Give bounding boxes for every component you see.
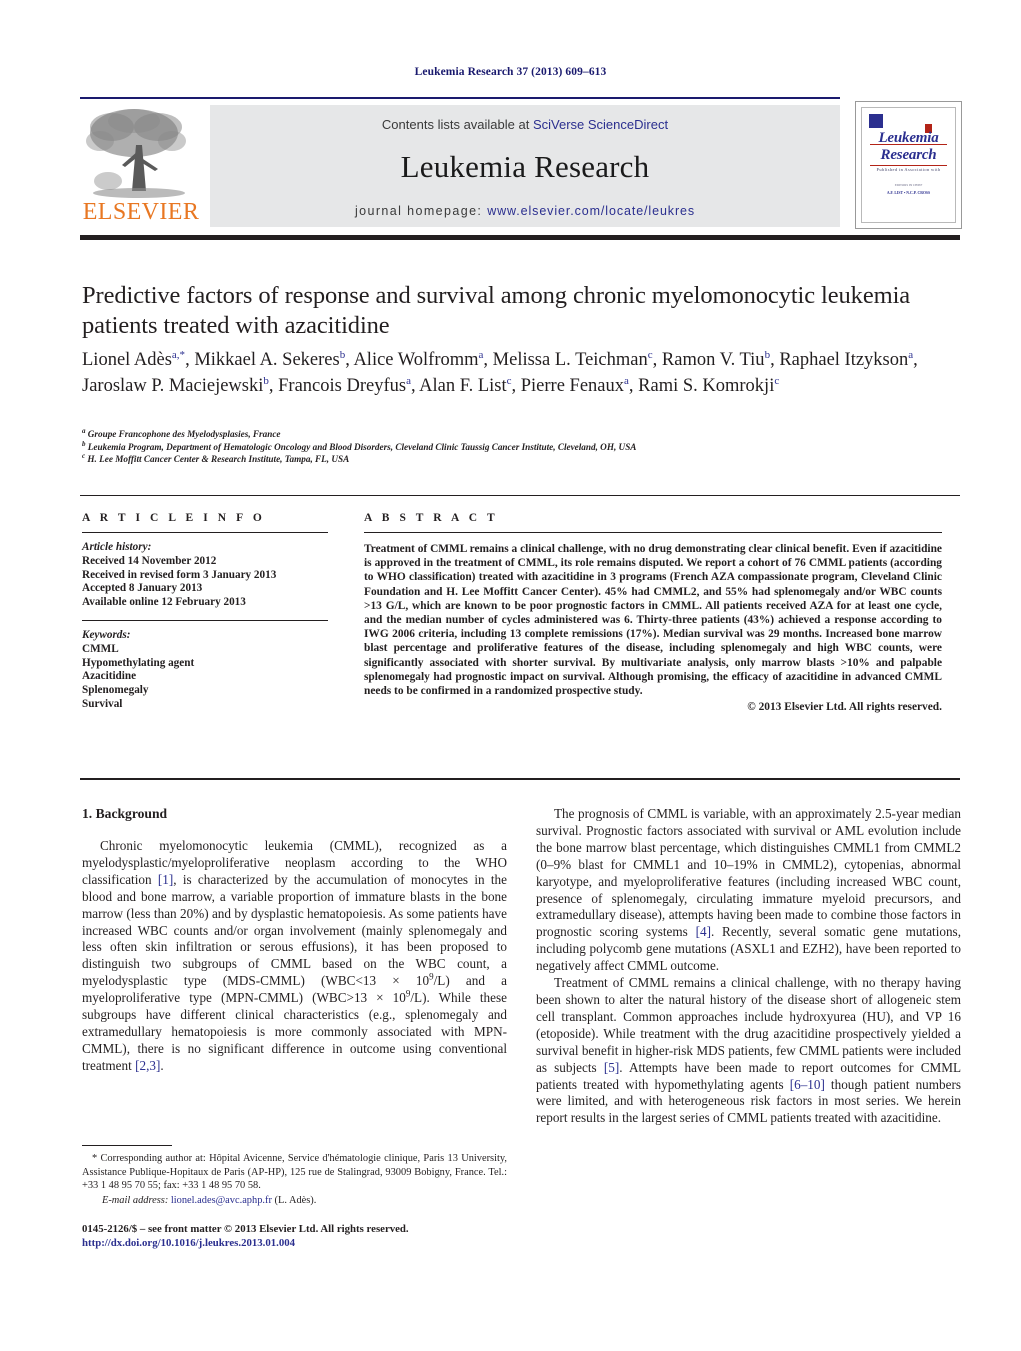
cover-editors-label: EDITORS IN CHIEF	[894, 183, 923, 187]
article-history-block: Article history: Received 14 November 201…	[82, 541, 277, 609]
contents-available-line: Contents lists available at SciVerse Sci…	[210, 117, 840, 132]
elsevier-tree-icon	[86, 109, 186, 198]
elsevier-logo: ELSEVIER	[80, 105, 202, 227]
abstract-band-top-rule	[80, 495, 960, 496]
page-title: Predictive factors of response and survi…	[82, 282, 911, 339]
homepage-prefix: journal homepage:	[354, 204, 488, 218]
cover-subtitle: Published in Association with	[876, 167, 941, 172]
homepage-url-link[interactable]: www.elsevier.com/locate/leukres	[487, 204, 695, 218]
cover-badge-icon	[869, 114, 883, 128]
sciencedirect-link[interactable]: SciVerse ScienceDirect	[533, 117, 668, 132]
masthead-top-rule	[80, 97, 840, 99]
journal-cover-thumbnail: Leukemia Research Published in Associati…	[855, 101, 962, 229]
body-column-right: The prognosis of CMML is variable, with …	[536, 806, 961, 1127]
cover-inner-frame: Leukemia Research Published in Associati…	[861, 107, 956, 223]
article-info-heading: A R T I C L E I N F O	[82, 512, 266, 524]
cover-rule-2	[870, 165, 947, 166]
section-heading-background: 1. Background	[82, 806, 168, 821]
article-info-separator	[82, 619, 328, 621]
journal-title: Leukemia Research	[400, 149, 650, 184]
article-info-rule	[82, 532, 328, 533]
keywords-block: Keywords: CMML Hypomethylating agent Azacit…	[82, 628, 195, 710]
corresponding-author-footnote: * Corresponding author at: Hôpital Avice…	[82, 1152, 507, 1207]
abstract-column: A B S T R A C T Treatment of CMML remain…	[364, 512, 942, 713]
masthead-grey-box: Contents lists available at SciVerse Sci…	[210, 105, 840, 227]
affiliation-list: a Groupe Francophone des Myelodysplasies…	[82, 426, 637, 465]
cover-title-line2: Research	[880, 147, 937, 163]
paragraph: Chronic myelomonocytic leukemia (CMML), …	[82, 838, 507, 1073]
corresponding-author-email[interactable]: E-mail address: lionel.ades@avc.aphp.fr …	[82, 1194, 507, 1208]
elsevier-wordmark: ELSEVIER	[82, 199, 200, 225]
cover-rule-1	[870, 144, 947, 145]
author-list: Lionel Adèsa,*, Mikkael A. Sekeresb, Ali…	[82, 348, 918, 396]
paragraph: Treatment of CMML remains a clinical cha…	[536, 975, 961, 1126]
article-info-column: A R T I C L E I N F O Article history: Re…	[82, 512, 338, 712]
abstract-text: Treatment of CMML remains a clinical cha…	[364, 543, 942, 698]
paragraph: The prognosis of CMML is variable, with …	[536, 806, 961, 974]
issn-copyright-doi[interactable]: 0145-2126/$ – see front matter © 2013 El…	[82, 1222, 522, 1250]
abstract-heading: A B S T R A C T	[364, 512, 499, 524]
article-page: Leukemia Research 37 (2013) 609–613 ELSE…	[0, 0, 1021, 1351]
corresponding-author-text: * Corresponding author at: Hôpital Avice…	[82, 1153, 507, 1192]
running-head: Leukemia Research 37 (2013) 609–613	[414, 66, 607, 78]
body-column-left: 1. Background Chronic myelomonocytic leu…	[82, 806, 507, 1075]
abstract-rule	[364, 532, 942, 533]
header-divider-bar	[80, 235, 960, 240]
abstract-band-bottom-rule	[80, 778, 960, 780]
contents-prefix: Contents lists available at	[381, 117, 533, 132]
journal-homepage-line: journal homepage: www.elsevier.com/locat…	[210, 204, 840, 218]
journal-masthead: ELSEVIER Contents lists available at Sci…	[80, 101, 840, 227]
abstract-copyright: © 2013 Elsevier Ltd. All rights reserved…	[747, 701, 942, 714]
footnote-rule	[82, 1145, 172, 1146]
cover-editor-names: A.F. LIST • N.C.P. CROSS	[886, 191, 931, 195]
